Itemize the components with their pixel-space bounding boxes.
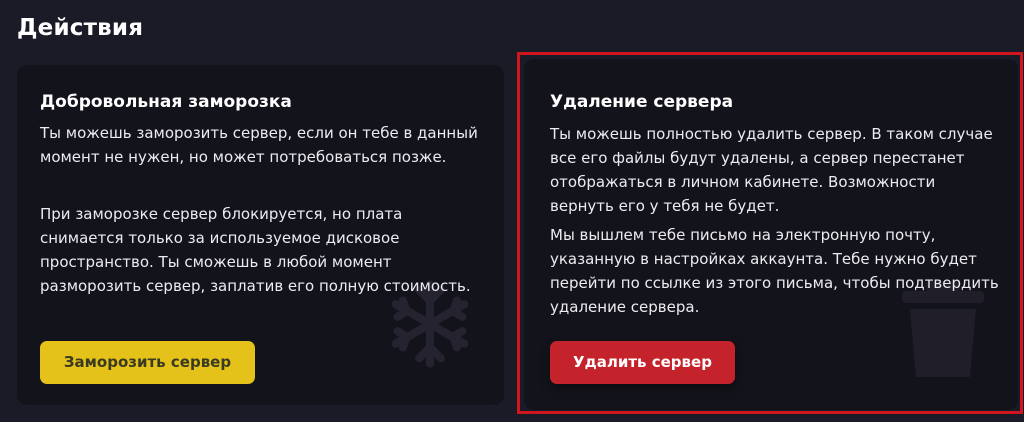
section-title: Действия	[17, 15, 144, 41]
delete-card-title: Удаление сервера	[550, 92, 734, 112]
delete-card: Удаление сервера Ты можешь полностью уда…	[524, 59, 1018, 410]
delete-card-email-note: Мы вышлем тебе письмо на электронную поч…	[550, 226, 999, 316]
delete-server-button[interactable]: Удалить сервер	[550, 341, 735, 384]
delete-card-description: Ты можешь полностью удалить сервер. В та…	[550, 125, 993, 215]
freeze-card-billing-note: При заморозке сервер блокируется, но пла…	[40, 205, 471, 295]
freeze-card-description: Ты можешь заморозить сервер, если он теб…	[40, 124, 478, 166]
actions-page: Действия Добровольная заморозка Ты можеш…	[0, 0, 1024, 422]
freeze-server-button[interactable]: Заморозить сервер	[40, 341, 255, 384]
freeze-card-title: Добровольная заморозка	[40, 92, 292, 112]
freeze-card: Добровольная заморозка Ты можешь замороз…	[17, 65, 504, 405]
